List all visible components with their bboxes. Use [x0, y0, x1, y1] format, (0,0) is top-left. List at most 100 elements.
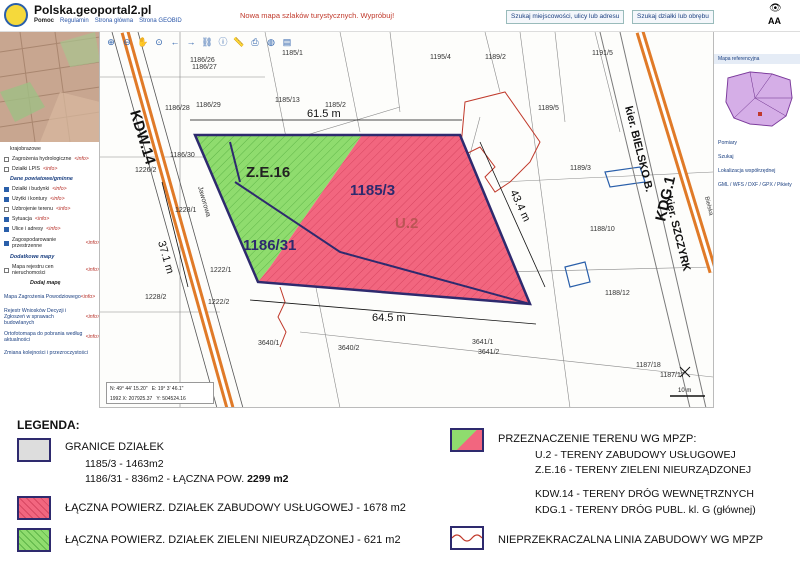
- layer-row-utilities[interactable]: Uzbrojenie terenu <info>: [0, 204, 99, 214]
- coordinate-location-menu[interactable]: Lokalizacja współrzędnej: [718, 168, 775, 174]
- dimension-label-top: 61.5 m: [307, 108, 341, 120]
- layers-icon[interactable]: ▤: [280, 36, 294, 48]
- parcel-number: 1189/2: [485, 54, 506, 61]
- legend: LEGENDA: GRANICE DZIAŁEK 1185/3 - 1463m2…: [0, 408, 800, 566]
- parcel-number: 1222/1: [210, 267, 232, 274]
- info-link[interactable]: <info>: [43, 166, 57, 172]
- parcel-number: 1228/2: [145, 294, 167, 301]
- print-icon[interactable]: ⎙: [248, 36, 262, 48]
- pan-icon[interactable]: ✋: [136, 36, 150, 48]
- green-area-label: ŁĄCZNA POWIERZ. DZIAŁEK ZIELENI NIEURZĄD…: [65, 534, 401, 546]
- forward-icon[interactable]: →: [184, 36, 198, 48]
- layer-checkbox[interactable]: [4, 166, 9, 172]
- parcel-number: 1185/1: [282, 50, 303, 57]
- layer-label: Działki LPIS: [12, 166, 40, 172]
- info-link[interactable]: <info>: [46, 226, 60, 232]
- parcel-label-1185-3: 1185/3: [350, 182, 395, 199]
- layer-label: Działki i budynki: [12, 186, 50, 192]
- layer-row-prices[interactable]: Mapa rejestru cen nieruchomości <info>: [0, 262, 99, 278]
- info-link[interactable]: <info>: [50, 196, 64, 202]
- eye-icon[interactable]: 👁: [769, 3, 782, 14]
- scale-label: 10 m: [678, 388, 691, 394]
- back-icon[interactable]: ←: [168, 36, 182, 48]
- add-map-button[interactable]: Dodaj mapę: [0, 278, 99, 288]
- geobid-link[interactable]: Strona GEOBID: [139, 18, 182, 24]
- flood-map-link[interactable]: Mapa Zagrożenia Powodziowego <info>: [0, 288, 99, 306]
- promo-banner[interactable]: Nowa mapa szlaków turystycznych. Wypróbu…: [240, 11, 394, 20]
- link-icon[interactable]: ⛓: [200, 36, 214, 48]
- layer-row-streets[interactable]: Ulice i adresy <info>: [0, 224, 99, 234]
- parcel-number: 1186/27: [192, 64, 217, 71]
- info-link[interactable]: <info>: [52, 186, 66, 192]
- font-size-button[interactable]: AA: [768, 16, 781, 26]
- layer-preview-map: [0, 32, 99, 142]
- home-link[interactable]: Strona główna: [95, 18, 133, 24]
- info-link[interactable]: <info>: [74, 156, 88, 162]
- measure-icon[interactable]: 📏: [232, 36, 246, 48]
- layer-checkbox[interactable]: [4, 206, 9, 212]
- layer-row-situation[interactable]: Sytuacja <info>: [0, 214, 99, 224]
- layer-label: Zagospodarowanie przestrzenne: [12, 237, 57, 249]
- layer-row-landuse[interactable]: Użytki i kontury <info>: [0, 194, 99, 204]
- layer-row-zoning[interactable]: Zagospodarowanie przestrzenne <info>: [0, 234, 99, 252]
- info-link[interactable]: <info>: [35, 216, 49, 222]
- building-register-link[interactable]: Rejestr Wniosków Decyzji i Zgłoszeń w sp…: [0, 306, 99, 328]
- parcel-number: 1186/28: [165, 105, 190, 112]
- info-link[interactable]: <info>: [86, 240, 99, 246]
- terms-link[interactable]: Regulamin: [60, 18, 89, 24]
- map-canvas[interactable]: KDW.14 KDG.1 kier. BIELSKO B. kier. SZCZ…: [100, 32, 713, 408]
- parcel-number: 1188/10: [590, 226, 615, 233]
- search-parcel-button[interactable]: Szukaj działki lub obrębu: [632, 10, 714, 24]
- poland-reference-map[interactable]: [720, 68, 796, 130]
- search-menu[interactable]: Szukaj: [718, 154, 734, 160]
- parcel-number: 1188/12: [605, 290, 630, 297]
- layer-label: Uzbrojenie terenu: [12, 206, 53, 212]
- geoportal-logo-icon[interactable]: [4, 3, 28, 27]
- layer-checkbox[interactable]: [4, 226, 9, 232]
- layer-row-lpis[interactable]: Działki LPIS <info>: [0, 164, 99, 174]
- search-address-button[interactable]: Szukaj miejscowości, ulicy lub adresu: [506, 10, 625, 24]
- layer-checkbox[interactable]: [4, 240, 9, 246]
- coordinates-box: N: 49° 44' 15.20" E: 19° 3' 46.1" 1992 X…: [106, 382, 214, 404]
- layer-checkbox[interactable]: [4, 267, 9, 273]
- layer-label: Mapa rejestru cen nieruchomości: [12, 264, 54, 276]
- layer-checkbox[interactable]: [4, 186, 9, 192]
- info-link[interactable]: <info>: [86, 267, 99, 273]
- site-title[interactable]: Polska.geoportal2.pl: [34, 3, 151, 17]
- layer-row-parcels[interactable]: Działki i budynki <info>: [0, 184, 99, 194]
- parcel-area-2: 1186/31 - 836m2 - ŁĄCZNA POW. 2299 m2: [85, 473, 289, 485]
- layer-label: Ulice i adresy: [12, 226, 44, 232]
- layer-checkbox[interactable]: [4, 196, 9, 202]
- reference-map-header[interactable]: Mapa referencyjna: [714, 54, 800, 64]
- parcel-number: 1185/2: [325, 102, 346, 109]
- latitude-value: 49° 44' 15.20": [116, 386, 148, 392]
- x-coordinate-value: 207925.37: [128, 396, 153, 402]
- zoning-u2-label: U.2 - TERENY ZABUDOWY USŁUGOWEJ: [535, 449, 736, 461]
- layer-checkbox[interactable]: [4, 216, 9, 222]
- tools-panel: Mapa referencyjna Pomiary Szukaj Lokaliz…: [713, 32, 800, 408]
- parcel-number: 1226/2: [135, 167, 157, 174]
- kdw-label: KDW.14 - TERENY DRÓG WEWNĘTRZNYCH: [535, 488, 754, 500]
- orthophoto-link[interactable]: Ortofotomapa do pobrania według aktualno…: [0, 328, 99, 346]
- layer-row-hydro[interactable]: Zagrożenia hydrologiczne <info>: [0, 154, 99, 164]
- globe-icon[interactable]: ◍: [264, 36, 278, 48]
- zoom-in-icon[interactable]: ⊕: [104, 36, 118, 48]
- zoom-out-icon[interactable]: ⊖: [120, 36, 134, 48]
- info-link[interactable]: <info>: [56, 206, 70, 212]
- layer-checkbox[interactable]: [4, 156, 9, 162]
- map-viewport[interactable]: KDW.14 KDG.1 kier. BIELSKO B. kier. SZCZ…: [100, 32, 713, 408]
- info-icon[interactable]: ⓘ: [216, 36, 230, 48]
- boundary-swatch: [17, 438, 51, 462]
- parcel-number: 1195/4: [430, 54, 451, 61]
- help-link[interactable]: Pomoc: [34, 18, 54, 24]
- measurements-menu[interactable]: Pomiary: [718, 140, 737, 146]
- export-formats-link[interactable]: GML / WFS / DXF / GPX / Pikiety: [718, 182, 798, 189]
- zoom-extent-icon[interactable]: ⊙: [152, 36, 166, 48]
- parcel-number: 1222/2: [208, 299, 230, 306]
- parcel-number: 1186/26: [190, 57, 215, 64]
- parcel-number: 3640/2: [338, 345, 360, 352]
- parcel-number: 3641/1: [472, 339, 494, 346]
- parcel-number: 1186/30: [170, 152, 195, 159]
- layers-panel: krajobrazowe Zagrożenia hydrologiczne <i…: [0, 32, 100, 408]
- layer-order-link[interactable]: Zmiana kolejności i przezroczystości: [0, 346, 99, 360]
